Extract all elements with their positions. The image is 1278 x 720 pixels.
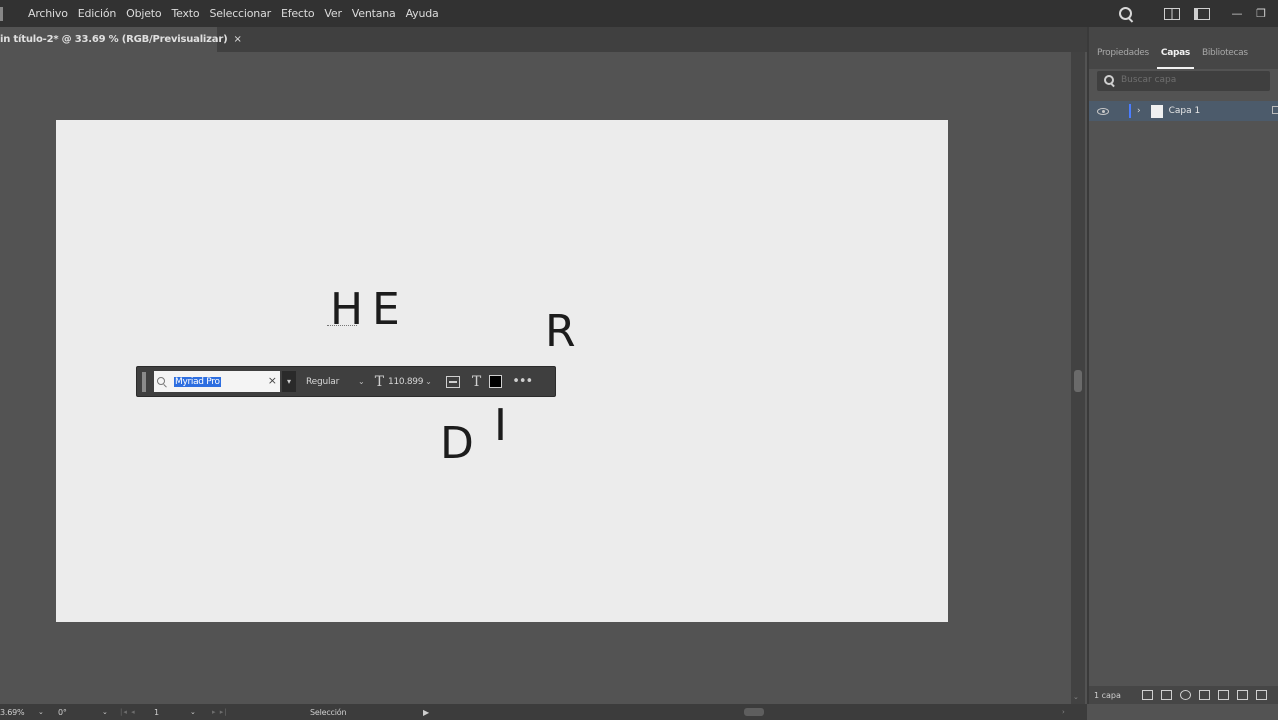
chevron-down-icon[interactable]: ⌄ [358,377,365,386]
visibility-eye-icon[interactable] [1097,107,1109,115]
trash-icon[interactable] [1256,690,1267,700]
menu-seleccionar[interactable]: Seleccionar [209,7,271,20]
panel-layout-icon[interactable] [1194,7,1210,20]
menu-bar: Archivo Edición Objeto Texto Seleccionar… [0,0,1278,27]
menu-edicion[interactable]: Edición [78,7,117,20]
rotation-value[interactable]: 0° [58,708,67,717]
font-search-icon [156,375,170,389]
artboard-nav-prev[interactable]: |◂ ◂ [120,708,136,716]
text-letter-d[interactable]: D [440,422,474,466]
horizontal-scroll-thumb[interactable] [744,708,764,716]
more-options-icon[interactable]: ••• [512,374,533,389]
close-tab-icon[interactable]: × [233,34,241,45]
export-icon[interactable] [1161,690,1172,700]
tab-bibliotecas[interactable]: Bibliotecas [1198,48,1252,69]
vertical-scrollbar[interactable]: ⌄ [1071,52,1085,704]
search-icon[interactable] [1118,6,1134,22]
font-size-value[interactable]: 110.899 [388,377,423,387]
minimize-button[interactable]: — [1230,7,1244,20]
illustrator-window: Archivo Edición Objeto Texto Seleccionar… [0,0,1278,720]
menu-efecto[interactable]: Efecto [281,7,315,20]
document-tab[interactable]: in título-2* @ 33.69 % (RGB/Previsualiza… [0,27,242,52]
font-dropdown-button[interactable]: ▾ [282,371,296,392]
character-icon[interactable]: T [472,374,481,390]
menu-archivo[interactable]: Archivo [28,7,68,20]
menu-ayuda[interactable]: Ayuda [406,7,439,20]
clipping-mask-icon[interactable] [1199,690,1210,700]
layer-search-input[interactable]: Buscar capa [1097,71,1270,91]
chevron-down-icon[interactable]: ⌄ [102,708,108,716]
layer-row[interactable]: › Capa 1 [1089,101,1278,121]
fill-color-swatch[interactable] [489,375,503,388]
menu-ver[interactable]: Ver [324,7,342,20]
app-logo-icon [0,6,12,21]
scroll-right-icon[interactable]: › [1062,708,1065,716]
layers-panel-footer: 1 capa [1089,686,1278,704]
panel-tabs: Propiedades Capas Bibliotecas [1089,27,1278,69]
layers-panel: Propiedades Capas Bibliotecas Buscar cap… [1087,27,1278,704]
artboard-number[interactable]: 1 [154,708,159,717]
scroll-down-icon[interactable]: ⌄ [1073,693,1079,701]
layer-name[interactable]: Capa 1 [1169,106,1201,116]
chevron-down-icon[interactable]: ⌄ [190,708,196,716]
collect-export-icon[interactable] [1142,690,1153,700]
workspace-switcher-icon[interactable] [1164,7,1180,20]
drag-handle[interactable] [142,371,146,392]
tab-propiedades[interactable]: Propiedades [1093,48,1153,69]
layer-count: 1 capa [1094,690,1121,700]
layer-thumbnail [1150,104,1163,118]
layer-search-placeholder: Buscar capa [1121,75,1177,85]
restore-button[interactable]: ❐ [1254,7,1268,20]
menu-ventana[interactable]: Ventana [352,7,396,20]
new-sublayer-icon[interactable] [1218,690,1229,700]
zoom-level[interactable]: 3.69% [0,708,25,717]
clear-icon[interactable]: × [268,374,277,387]
play-icon[interactable]: ▶ [423,708,429,717]
contextual-task-bar: Myriad Pro × ▾ Regular ⌄ T 110.899 ⌄ T •… [136,366,556,397]
font-family-input[interactable]: Myriad Pro × [154,371,280,392]
new-layer-icon[interactable] [1237,690,1248,700]
font-size-icon: T [374,373,385,390]
locate-object-icon[interactable] [1180,690,1191,700]
font-family-value[interactable]: Myriad Pro [174,376,221,387]
layer-color-bar [1129,104,1131,118]
menu-objeto[interactable]: Objeto [126,7,162,20]
menu-items: Archivo Edición Objeto Texto Seleccionar… [28,7,449,20]
menu-right-controls: — ❐ [1118,0,1278,27]
document-tab-bar: in título-2* @ 33.69 % (RGB/Previsualiza… [0,27,1088,52]
chevron-right-icon[interactable]: › [1137,106,1141,116]
status-bar: 3.69% ⌄ 0° ⌄ |◂ ◂ 1 ⌄ ▸ ▸| Selección ▶ › [0,704,1087,720]
layer-target-icon[interactable] [1272,106,1278,114]
current-tool: Selección [310,707,347,717]
vertical-scroll-thumb[interactable] [1074,370,1082,392]
search-icon [1104,75,1116,87]
text-baseline-mark [327,325,357,326]
text-letter-r[interactable]: R [545,310,576,354]
chevron-down-icon[interactable]: ⌄ [38,708,44,716]
document-tab-label: in título-2* @ 33.69 % (RGB/Previsualiza… [0,34,228,45]
menu-texto[interactable]: Texto [171,7,199,20]
chevron-down-icon[interactable]: ⌄ [425,377,432,386]
artboard-nav-next[interactable]: ▸ ▸| [212,708,228,716]
paragraph-icon[interactable] [445,375,460,388]
font-style-select[interactable]: Regular [306,377,356,387]
tab-capas[interactable]: Capas [1156,48,1194,69]
text-letter-i[interactable]: I [494,404,507,448]
text-letter-e[interactable]: E [372,288,400,332]
